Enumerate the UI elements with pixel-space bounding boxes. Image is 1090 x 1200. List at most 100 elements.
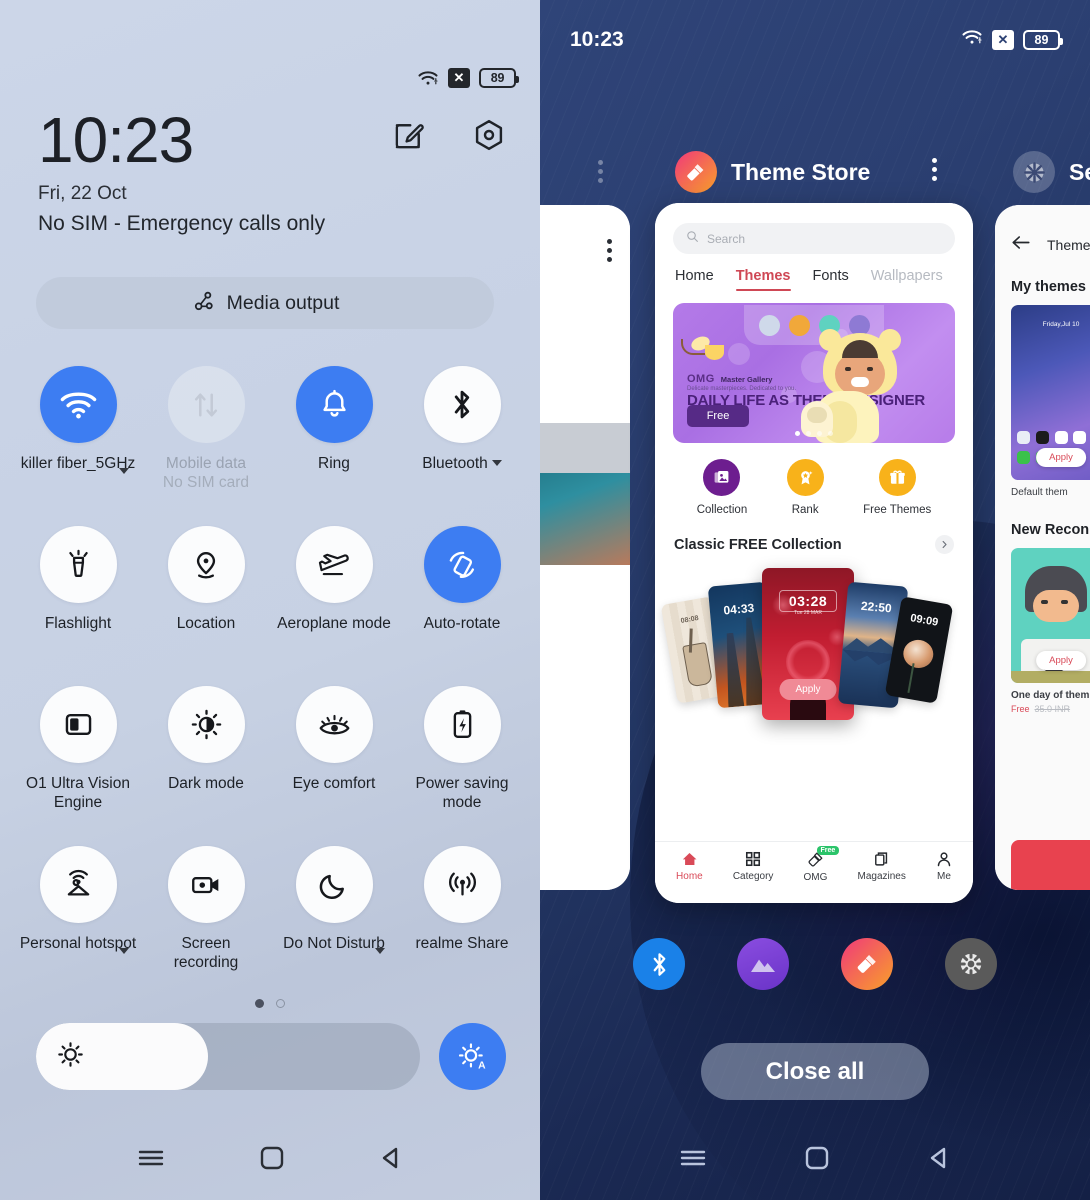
chevron-down-icon[interactable] (491, 460, 502, 466)
explore-label: Explore (540, 858, 630, 868)
tile-flashlight[interactable]: Flashlight (14, 526, 142, 686)
tile-personal-hotspot[interactable]: Personal hotspot (14, 846, 142, 1006)
recents-app-header-settings: Se (1013, 151, 1090, 193)
thumb-date: Friday,Jul 10 (1042, 321, 1080, 328)
search-input[interactable]: Search (673, 223, 955, 254)
settings-app-icon[interactable] (945, 938, 997, 990)
tile-mobile-data[interactable]: Mobile data No SIM card (142, 366, 270, 526)
theme-store-app-icon[interactable] (841, 938, 893, 990)
theme-thumb-default[interactable]: Friday,Jul 10 Apply (1011, 305, 1090, 480)
list-item[interactable] (540, 366, 630, 379)
tile-location[interactable]: Location (142, 526, 270, 686)
banner-cta-button[interactable]: Free (687, 405, 749, 427)
section-title: Classic FREE Collection (674, 536, 842, 553)
tile-eye-comfort[interactable]: Eye comfort (270, 686, 398, 846)
recents-card-theme-store[interactable]: Search Home Themes Fonts Wallpapers OMG … (655, 203, 973, 903)
chevron-down-icon[interactable] (119, 948, 129, 954)
list-item[interactable] (540, 405, 630, 418)
clock: 10:23 (570, 28, 624, 51)
home-button[interactable] (804, 1145, 830, 1176)
close-all-button[interactable]: Close all (701, 1043, 929, 1100)
bluetooth-app-icon[interactable] (633, 938, 685, 990)
theme-time: 22:50 (860, 598, 893, 616)
category-collection[interactable]: Collection (697, 459, 747, 516)
tile-power-saving-mode[interactable]: Power saving mode (398, 686, 526, 846)
tile-label: Dark mode (168, 775, 244, 792)
chevron-down-icon[interactable] (375, 948, 385, 954)
tile-auto-rotate[interactable]: Auto-rotate (398, 526, 526, 686)
chevron-down-icon[interactable] (119, 468, 129, 474)
rank-medal-icon (786, 459, 824, 496)
category-free-themes[interactable]: Free Themes (863, 459, 931, 516)
signal-off-icon: ✕ (992, 30, 1014, 50)
page-dot-active[interactable] (255, 999, 264, 1008)
back-button[interactable] (926, 1145, 952, 1176)
back-button[interactable] (378, 1145, 404, 1176)
tab-themes[interactable]: Themes (735, 268, 791, 291)
settings-hex-icon[interactable] (472, 118, 506, 152)
mobile-data-icon (167, 366, 245, 443)
bottom-nav-magazines[interactable]: Magazines (857, 851, 906, 882)
tile-sublabel: No SIM card (162, 474, 250, 492)
recents-button[interactable] (678, 1147, 708, 1174)
list-item[interactable] (540, 353, 630, 366)
tab-wallpapers[interactable]: Wallpapers (871, 268, 943, 291)
edit-icon[interactable] (392, 118, 426, 152)
quick-settings-tiles: killer fiber_5GHz Mobile data No SIM car… (14, 366, 526, 1006)
tab-fonts[interactable]: Fonts (813, 268, 849, 291)
media-output-button[interactable]: Media output (36, 277, 494, 329)
home-button[interactable] (259, 1145, 285, 1176)
tile-ring[interactable]: Ring (270, 366, 398, 526)
brightness-slider[interactable] (36, 1023, 420, 1090)
category-rank[interactable]: Rank (786, 459, 824, 516)
tile-label: Aeroplane mode (277, 615, 391, 632)
apply-button[interactable]: Apply (1036, 448, 1086, 467)
list-item[interactable] (540, 392, 630, 405)
tile-dark-mode[interactable]: Dark mode (142, 686, 270, 846)
recents-card-themes-peek[interactable]: Theme My themes Friday,Jul 10 Apply Defa… (995, 205, 1090, 890)
bell-icon (295, 366, 373, 443)
auto-brightness-button[interactable]: A (439, 1023, 506, 1090)
bottom-nav-home[interactable]: Home (676, 851, 703, 882)
recents-button[interactable] (136, 1147, 166, 1174)
gallery-app-icon[interactable] (737, 938, 789, 990)
kebab-menu-theme-store[interactable] (932, 158, 937, 181)
theme-thumb-red[interactable] (1011, 840, 1090, 890)
moon-icon (295, 846, 373, 923)
tile-o1-ultra-vision-engine[interactable]: O1 Ultra Vision Engine (14, 686, 142, 846)
apply-button[interactable]: Apply (1036, 651, 1086, 670)
arrow-left-icon[interactable] (1011, 235, 1031, 255)
chevron-right-icon[interactable] (935, 535, 954, 554)
recents-panel: 10:23 ✕ 89 Theme Store S Theme My themes… (540, 0, 1090, 1200)
tile-wifi[interactable]: killer fiber_5GHz (14, 366, 142, 526)
banner-pagination (795, 431, 833, 436)
tile-aeroplane-mode[interactable]: Aeroplane mode (270, 526, 398, 686)
nav-label: Me (936, 871, 951, 882)
page-dot[interactable] (276, 999, 285, 1008)
location-pin-icon (167, 526, 245, 603)
tile-realme-share[interactable]: realme Share (398, 846, 526, 1006)
theme-thumb-new[interactable]: Apply (1011, 548, 1090, 683)
tile-screen-recording[interactable]: Screen recording (142, 846, 270, 1006)
list-item[interactable] (540, 379, 630, 392)
date-label: Fri, 22 Oct (38, 183, 127, 204)
system-navbar (540, 1132, 1090, 1188)
recents-card-settings-peek[interactable]: your Turn on Explore (540, 205, 630, 890)
bottom-nav-category[interactable]: Category (733, 851, 773, 882)
apply-button[interactable]: Apply (779, 679, 837, 700)
bottom-nav-omg[interactable]: Free OMG (804, 846, 840, 883)
promo-banner[interactable]: OMG Master Gallery Delicate masterpieces… (673, 303, 955, 443)
status-bar: 10:23 ✕ 89 (540, 26, 1090, 54)
eye-comfort-icon (295, 686, 373, 763)
bottom-nav-me[interactable]: Me (936, 851, 952, 882)
kebab-menu-left[interactable] (598, 160, 603, 183)
tile-label: realme Share (415, 935, 509, 952)
sim-status-label: No SIM - Emergency calls only (38, 212, 326, 235)
battery-icon: 89 (479, 68, 519, 88)
tile-do-not-disturb[interactable]: Do Not Disturb (270, 846, 398, 1006)
system-navbar (0, 1132, 540, 1188)
tile-bluetooth[interactable]: Bluetooth (398, 366, 526, 526)
tab-home[interactable]: Home (675, 268, 714, 291)
section-header: Classic FREE Collection (674, 535, 954, 554)
tile-label: Mobile data (165, 455, 247, 472)
